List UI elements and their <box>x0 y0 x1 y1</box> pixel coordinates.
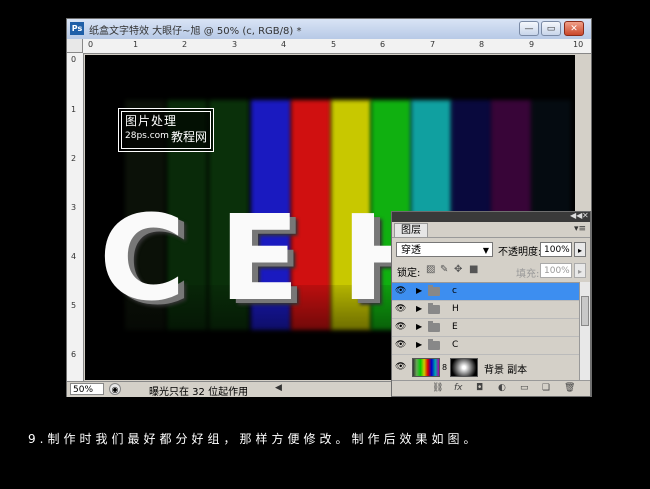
ruler-tick: 4 <box>71 252 77 261</box>
zoom-menu-icon[interactable]: ◉ <box>109 383 121 395</box>
eye-icon[interactable]: 👁 <box>395 304 406 314</box>
eye-icon[interactable]: 👁 <box>395 340 406 350</box>
folder-icon <box>428 285 440 296</box>
ruler-tick: 5 <box>331 40 337 49</box>
dropdown-arrow-icon: ▼ <box>482 246 489 255</box>
blend-row: 穿透 ▼ 不透明度: 100% ▸ <box>392 237 590 260</box>
panel-close-icon[interactable]: ✕ <box>582 211 589 220</box>
tab-layers[interactable]: 图层 <box>394 223 428 237</box>
zoom-field[interactable]: 50% <box>70 383 104 395</box>
new-layer-icon[interactable]: ❏ <box>542 383 550 393</box>
scrollbar-thumb[interactable] <box>581 296 589 326</box>
chain-link-icon[interactable]: 8 <box>442 363 447 372</box>
panel-menu-icon[interactable]: ▾≡ <box>574 224 586 234</box>
ruler-tick: 2 <box>71 154 77 163</box>
ruler-tick: 5 <box>71 301 77 310</box>
horizontal-ruler[interactable]: 0 1 2 3 4 5 6 7 8 9 10 <box>83 39 591 54</box>
lock-transparency-icon[interactable]: ▨ <box>426 264 435 275</box>
ruler-tick: 2 <box>182 40 188 49</box>
fx-icon[interactable]: fx <box>454 383 463 393</box>
ruler-tick: 7 <box>430 40 436 49</box>
folder-icon <box>428 303 440 314</box>
lock-row: 锁定: ▨ ✎ ✥ ■ 填充: 100% ▸ <box>392 261 590 281</box>
layers-scrollbar[interactable] <box>579 282 590 380</box>
watermark-line1: 图片处理 <box>125 114 178 128</box>
close-button[interactable]: ✕ <box>564 21 584 36</box>
layer-row-c[interactable]: 👁 ▶ c <box>392 283 579 301</box>
blend-mode-select[interactable]: 穿透 ▼ <box>396 242 493 257</box>
ruler-tick: 1 <box>133 40 139 49</box>
title-bar[interactable]: Ps 纸盒文字特效 大眼仔~旭 @ 50% (c, RGB/8) * — ▭ ✕ <box>67 19 591 40</box>
ruler-tick: 3 <box>232 40 238 49</box>
minimize-button[interactable]: — <box>519 21 539 36</box>
watermark-line2: 28ps.com <box>125 131 169 141</box>
ruler-tick: 1 <box>71 105 77 114</box>
layers-list: 👁 ▶ c 👁 ▶ H 👁 ▶ E 👁 ▶ C 👁 8 背景 副本 <box>392 282 579 381</box>
layer-name: c <box>452 286 457 296</box>
trash-icon[interactable]: 🗑 <box>564 383 575 393</box>
lock-position-icon[interactable]: ✥ <box>454 264 462 275</box>
lock-pixels-icon[interactable]: ✎ <box>440 264 448 275</box>
fill-label: 填充: <box>516 269 540 280</box>
eye-icon[interactable]: 👁 <box>395 322 406 332</box>
vertical-ruler[interactable]: 0 1 2 3 4 5 6 <box>67 53 84 383</box>
group-icon[interactable]: ▭ <box>520 383 529 393</box>
status-info[interactable]: 曝光只在 32 位起作用 <box>149 383 248 398</box>
layer-row-C[interactable]: 👁 ▶ C <box>392 337 579 355</box>
fill-input[interactable]: 100% <box>540 263 572 278</box>
fill-slider-icon[interactable]: ▸ <box>574 263 586 278</box>
mask-thumbnail[interactable] <box>450 358 478 377</box>
layer-name: H <box>452 304 459 314</box>
folder-icon <box>428 339 440 350</box>
3d-letter: E <box>219 189 300 327</box>
restore-button[interactable]: ▭ <box>541 21 561 36</box>
expand-triangle-icon[interactable]: ▶ <box>416 322 422 331</box>
ruler-corner[interactable] <box>67 39 83 53</box>
ruler-tick: 8 <box>479 40 485 49</box>
ruler-tick: 10 <box>573 40 584 49</box>
expand-triangle-icon[interactable]: ▶ <box>416 340 422 349</box>
ruler-tick: 6 <box>71 350 77 359</box>
ruler-tick: 6 <box>380 40 386 49</box>
eye-icon[interactable]: 👁 <box>395 362 406 372</box>
3d-letter: C <box>99 189 186 327</box>
document-title: 纸盒文字特效 大眼仔~旭 @ 50% (c, RGB/8) * <box>89 26 302 37</box>
site-watermark: 图片处理 28ps.com 教程网 <box>118 108 214 152</box>
layer-name: 背景 副本 <box>484 365 528 376</box>
expand-triangle-icon[interactable]: ▶ <box>416 304 422 313</box>
lock-all-icon[interactable]: ■ <box>469 264 478 275</box>
link-icon[interactable]: ⛓ <box>432 383 443 393</box>
panel-header[interactable]: ◀◀ ✕ <box>392 211 590 222</box>
layer-thumbnail <box>412 358 440 377</box>
adjust-icon[interactable]: ◐ <box>498 383 506 393</box>
layer-row-background-copy[interactable]: 👁 8 背景 副本 <box>392 355 579 381</box>
folder-icon <box>428 321 440 332</box>
collapse-icon[interactable]: ◀◀ <box>570 211 582 220</box>
lock-label: 锁定: <box>397 268 421 279</box>
status-arrow-icon[interactable]: ◀ <box>275 383 282 393</box>
photoshop-app-icon: Ps <box>70 22 84 35</box>
layers-panel: ◀◀ ✕ 图层 ▾≡ 穿透 ▼ 不透明度: 100% ▸ 锁定: ▨ ✎ ✥ ■… <box>391 211 591 397</box>
blend-mode-value: 穿透 <box>401 245 421 256</box>
layer-row-E[interactable]: 👁 ▶ E <box>392 319 579 337</box>
ruler-tick: 9 <box>529 40 535 49</box>
tutorial-caption: 9.制作时我们最好都分好组，那样方便修改。制作后效果如图。 <box>28 432 480 446</box>
ruler-tick: 3 <box>71 203 77 212</box>
eye-icon[interactable]: 👁 <box>395 286 406 296</box>
layer-name: E <box>452 322 458 332</box>
opacity-slider-icon[interactable]: ▸ <box>574 242 586 257</box>
layer-name: C <box>452 340 459 350</box>
watermark-line3: 教程网 <box>171 130 208 144</box>
mask-icon[interactable]: ◘ <box>476 383 483 393</box>
panel-footer: ⛓ fx ◘ ◐ ▭ ❏ 🗑 <box>392 380 590 397</box>
opacity-input[interactable]: 100% <box>540 242 572 257</box>
opacity-label: 不透明度: <box>498 247 542 258</box>
expand-triangle-icon[interactable]: ▶ <box>416 286 422 295</box>
layer-row-H[interactable]: 👁 ▶ H <box>392 301 579 319</box>
ruler-tick: 0 <box>88 40 94 49</box>
ruler-tick: 0 <box>71 55 77 64</box>
ruler-tick: 4 <box>281 40 287 49</box>
